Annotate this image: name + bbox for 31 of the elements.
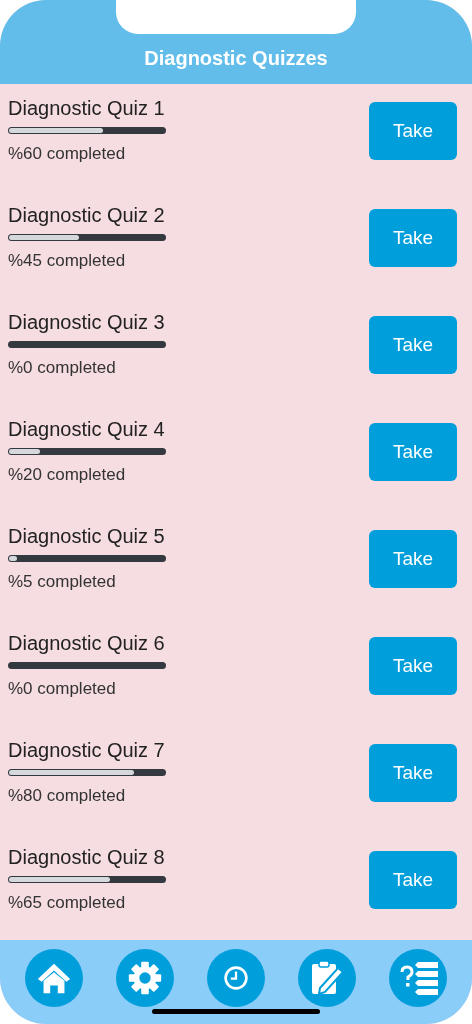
take-button[interactable]: Take bbox=[369, 209, 457, 267]
quiz-title: Diagnostic Quiz 1 bbox=[8, 96, 166, 120]
quiz-title: Diagnostic Quiz 4 bbox=[8, 417, 166, 441]
quiz-title: Diagnostic Quiz 3 bbox=[8, 310, 166, 334]
progress-text: %80 completed bbox=[8, 786, 127, 806]
clock-icon bbox=[222, 965, 249, 991]
take-button[interactable]: Take bbox=[369, 530, 457, 588]
tab-button[interactable] bbox=[115, 949, 174, 1007]
quiz-title: Diagnostic Quiz 6 bbox=[8, 631, 166, 655]
progress-text: %60 completed bbox=[8, 144, 127, 164]
quiz-title: Diagnostic Quiz 7 bbox=[8, 738, 166, 762]
take-button[interactable]: Take bbox=[369, 102, 457, 160]
progress-text: %0 completed bbox=[8, 679, 117, 699]
tab-button[interactable] bbox=[206, 949, 265, 1007]
tab-button[interactable] bbox=[24, 949, 83, 1007]
progress-text: %20 completed bbox=[8, 465, 127, 485]
progress-text: %45 completed bbox=[8, 251, 127, 271]
take-button[interactable]: Take bbox=[369, 744, 457, 802]
take-button[interactable]: Take bbox=[369, 423, 457, 481]
quiz-title: Diagnostic Quiz 2 bbox=[8, 203, 166, 227]
progress-text: %65 completed bbox=[8, 893, 127, 913]
quiz-title: Diagnostic Quiz 8 bbox=[8, 845, 166, 869]
progress-text: %5 completed bbox=[8, 572, 117, 592]
tab-button[interactable] bbox=[389, 949, 448, 1007]
take-button[interactable]: Take bbox=[369, 851, 457, 909]
progress-text: %0 completed bbox=[8, 358, 117, 378]
screen-title: Diagnostic Quizzes bbox=[144, 47, 328, 70]
take-button[interactable]: Take bbox=[369, 316, 457, 374]
take-button[interactable]: Take bbox=[369, 637, 457, 695]
tab-button[interactable] bbox=[298, 949, 357, 1007]
quiz-title: Diagnostic Quiz 5 bbox=[8, 524, 166, 548]
